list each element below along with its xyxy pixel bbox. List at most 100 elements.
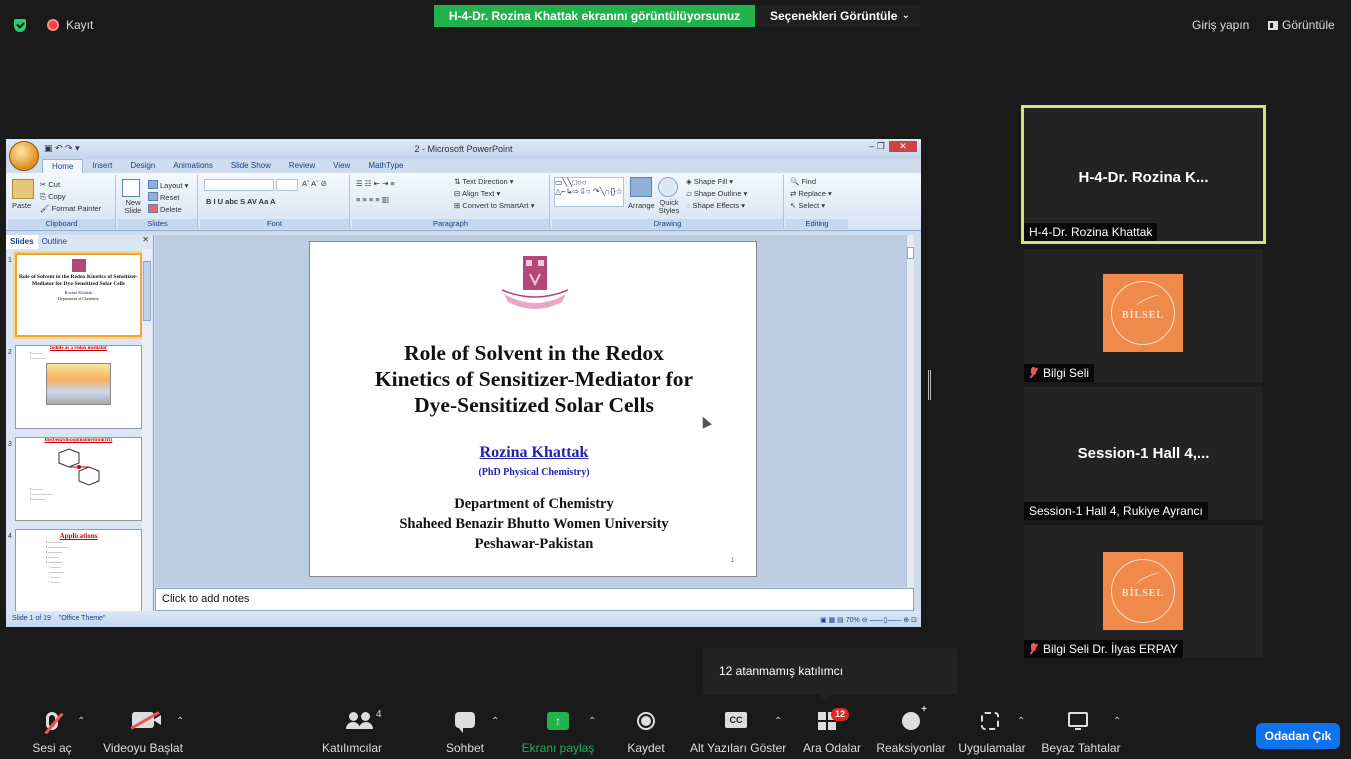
slide-scrollbar[interactable] [906, 235, 914, 587]
shapes-gallery[interactable]: ▭╲╲□○○ △⌐↳⇨⇩○ ↷╲∩{}☆ [554, 177, 624, 207]
paste-button[interactable]: Paste [12, 201, 31, 210]
new-slide-button[interactable]: New Slide [120, 199, 146, 215]
reset-button[interactable]: Reset [148, 192, 180, 202]
layout-button[interactable]: Layout ▾ [148, 180, 188, 190]
participants-button[interactable]: 4 Katılımcılar [306, 706, 398, 759]
find-button[interactable]: 🔍 Find [790, 177, 816, 186]
share-screen-icon: ↑ [547, 712, 569, 730]
viewing-banner: H-4-Dr. Rozina Khattak ekranını görüntül… [434, 5, 755, 27]
arrange-button[interactable]: Arrange [628, 201, 655, 210]
cut-button[interactable]: ✂ Cut [40, 180, 60, 189]
panel-resize-handle[interactable] [928, 370, 931, 400]
quick-styles-button[interactable]: Quick Styles [656, 199, 682, 215]
chat-button[interactable]: Sohbet [438, 706, 492, 759]
notes-pane[interactable]: Click to add notes [155, 588, 914, 611]
pane-scroll-thumb[interactable] [143, 261, 151, 321]
current-slide[interactable]: Role of Solvent in the Redox Kinetics of… [309, 241, 757, 577]
quick-access-toolbar[interactable]: ▣ ↶ ↷ ▾ [44, 143, 80, 154]
font-format-buttons[interactable]: B I U abc S AV Aa A [206, 197, 275, 206]
new-slide-icon[interactable] [122, 179, 140, 197]
tab-slides[interactable]: Slides [6, 235, 38, 249]
slide-department[interactable]: Department of Chemistry Shaheed Benazir … [310, 494, 758, 554]
chevron-up-icon[interactable]: ⌃ [77, 716, 85, 727]
select-button[interactable]: ↖ Select ▾ [790, 201, 825, 210]
participant-tile[interactable]: Session-1 Hall 4,... Session-1 Hall 4, R… [1024, 387, 1263, 520]
close-icon[interactable]: ✕ [142, 235, 149, 244]
pane-scrollbar[interactable] [142, 249, 152, 611]
arrange-icon[interactable] [630, 177, 652, 197]
copy-button[interactable]: ⎘ Copy [40, 192, 66, 202]
reactions-button[interactable]: Reaksiyonlar [874, 704, 948, 759]
quick-styles-icon[interactable] [658, 177, 678, 197]
participant-tile[interactable]: BİLSEL Bilgi Seli [1024, 249, 1263, 382]
participant-count: 4 [376, 709, 382, 720]
font-name-combo[interactable] [204, 179, 274, 191]
view-layout-button[interactable]: Görüntüle [1268, 18, 1335, 32]
chevron-up-icon[interactable]: ⌃ [491, 716, 499, 727]
align-buttons[interactable]: ≡ ≡ ≡ ≡ ▥ [356, 195, 389, 204]
tab-insert[interactable]: Insert [83, 159, 121, 173]
convert-smartart-button[interactable]: ⊞ Convert to SmartArt ▾ [454, 201, 535, 210]
format-painter-button[interactable]: 🖌 Format Painter [40, 204, 101, 213]
unmute-button[interactable]: Sesi aç [20, 706, 84, 759]
tab-home[interactable]: Home [42, 159, 84, 173]
breakout-rooms-button[interactable]: 12 Ara Odalar [800, 706, 864, 759]
tab-review[interactable]: Review [280, 159, 324, 173]
view-options-button[interactable]: Seçenekleri Görüntüle ⌄ [755, 5, 920, 27]
tab-slide-show[interactable]: Slide Show [222, 159, 280, 173]
shape-fill-button[interactable]: ◈ Shape Fill ▾ [686, 177, 733, 186]
tab-design[interactable]: Design [121, 159, 164, 173]
participants-icon: 4 [346, 709, 382, 730]
chevron-up-icon[interactable]: ⌃ [588, 716, 596, 727]
chevron-up-icon[interactable]: ⌃ [1017, 716, 1025, 727]
paste-icon[interactable] [12, 179, 34, 199]
reactions-label: Reaksiyonlar [876, 741, 946, 755]
chevron-up-icon[interactable]: ⌃ [1113, 716, 1121, 727]
chevron-up-icon[interactable]: ⌃ [176, 716, 184, 727]
captions-button[interactable]: CC Alt Yazıları Göster [690, 706, 786, 759]
slides-group-label: Slides [118, 219, 197, 229]
apps-button[interactable]: Uygulamalar [956, 706, 1028, 759]
shield-icon[interactable] [14, 19, 26, 32]
zoom-controls[interactable]: ▣ ▦ ▤ 70% ⊖ ——▯—— ⊕ ⊡ [820, 613, 917, 627]
chat-label: Sohbet [445, 741, 485, 755]
text-direction-button[interactable]: ⇅ Text Direction ▾ [454, 177, 514, 186]
slide-thumbnail[interactable]: Role of Solvent in the Redox Kinetics of… [15, 253, 142, 337]
sign-in-link[interactable]: Giriş yapın [1192, 18, 1249, 32]
slide-scroll-thumb[interactable] [907, 247, 914, 259]
replace-button[interactable]: ⇄ Replace ▾ [790, 189, 832, 198]
record-button[interactable]: Kaydet [622, 706, 670, 759]
delete-button[interactable]: Delete [148, 204, 182, 214]
shared-screen[interactable]: 2 - Microsoft PowerPoint ▣ ↶ ↷ ▾ – ❐ ✕ Ho… [6, 139, 921, 627]
slide-degree[interactable]: (PhD Physical Chemistry) [310, 467, 758, 478]
slide-thumbnail[interactable]: Iodide as a redox mediator • ——— • ———— [15, 345, 142, 429]
font-size-buttons[interactable]: Aˆ Aˇ ⊘ [302, 179, 327, 188]
leave-button[interactable]: Odadan Çık [1256, 723, 1340, 749]
slide-title[interactable]: Role of Solvent in the Redox Kinetics of… [320, 340, 748, 418]
share-screen-button[interactable]: ↑ Ekranı paylaş [516, 706, 600, 759]
slide-thumbnail[interactable]: Bis(benzylisoquinoline)iron(III) • ——— • … [15, 437, 142, 521]
shape-outline-button[interactable]: ▱ Shape Outline ▾ [686, 189, 747, 198]
record-label: Kaydet [627, 741, 665, 755]
slide-author[interactable]: Rozina Khattak [310, 444, 758, 462]
participant-name-large: Session-1 Hall 4,... [1077, 445, 1210, 462]
participant-tile[interactable]: BİLSEL Bilgi Seli Dr. İlyas ERPAY [1024, 525, 1263, 658]
start-video-button[interactable]: Videoyu Başlat [96, 706, 190, 759]
close-icon[interactable]: ✕ [889, 141, 917, 152]
participant-tile-active-speaker[interactable]: H-4-Dr. Rozina K... H-4-Dr. Rozina Khatt… [1021, 105, 1266, 244]
tab-outline[interactable]: Outline [38, 235, 71, 249]
tab-view[interactable]: View [324, 159, 359, 173]
font-size-combo[interactable] [276, 179, 298, 191]
tab-animations[interactable]: Animations [164, 159, 222, 173]
tab-mathtype[interactable]: MathType [359, 159, 412, 173]
office-button-icon[interactable] [9, 141, 39, 171]
meeting-top-bar: Kayıt H-4-Dr. Rozina Khattak ekranını gö… [0, 0, 1351, 50]
meeting-toolbar: Sesi aç ⌃ Videoyu Başlat ⌃ 4 Katılımcıla… [0, 704, 1351, 759]
align-text-button[interactable]: ⊟ Align Text ▾ [454, 189, 500, 198]
chevron-up-icon[interactable]: ⌃ [774, 716, 782, 727]
whiteboards-button[interactable]: Beyaz Tahtalar [1040, 706, 1122, 759]
shape-effects-button[interactable]: ◌ Shape Effects ▾ [686, 201, 745, 210]
slide-thumbnail[interactable]: Applications • ———— • —————— • ———— • ——— • … [15, 529, 142, 613]
list-buttons[interactable]: ☰ ☷ ⇤ ⇥ ≡ [356, 179, 395, 188]
window-controls[interactable]: – ❐ ✕ [869, 141, 917, 152]
